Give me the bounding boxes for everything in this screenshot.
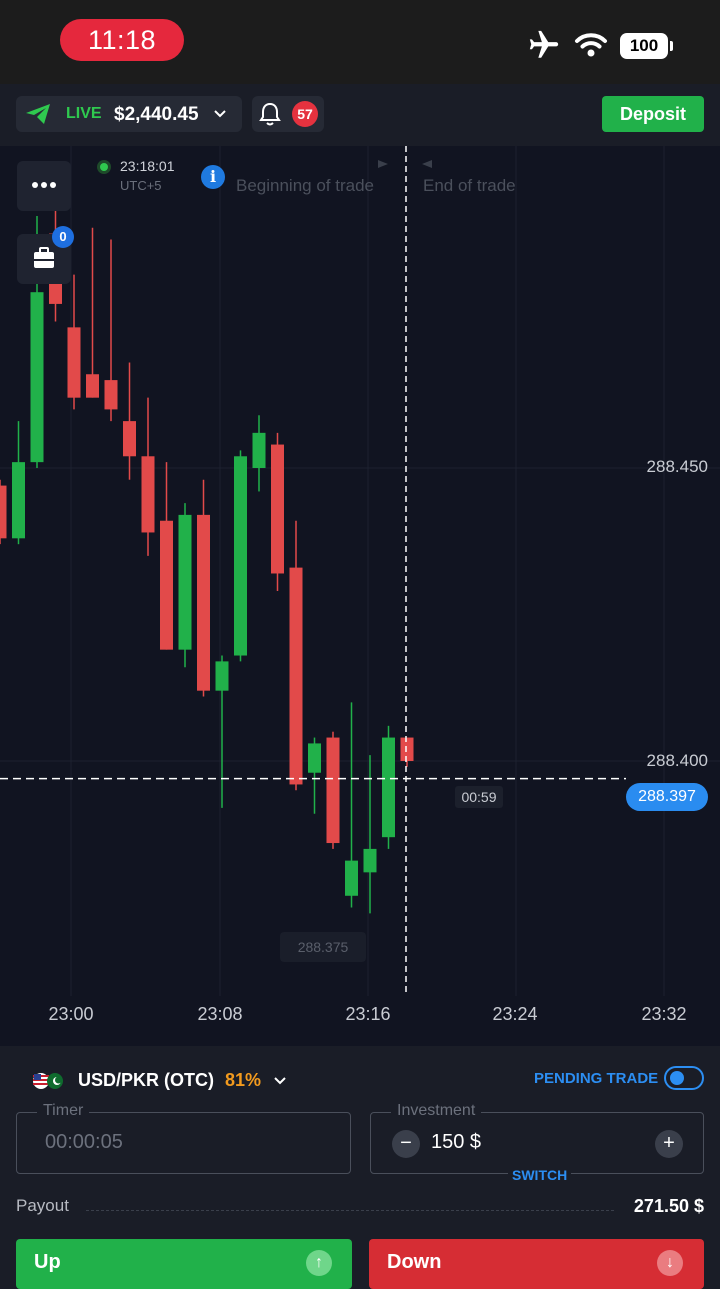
balance: $2,440.45 <box>114 104 199 125</box>
wifi-icon <box>574 32 608 63</box>
candle-down <box>86 374 99 398</box>
low-price-marker: 288.375 <box>280 932 366 962</box>
more-button[interactable] <box>17 161 71 211</box>
open-trades-badge: 0 <box>52 226 74 248</box>
candle-down <box>123 421 136 457</box>
notification-count: 57 <box>292 101 318 127</box>
time-tick-label: 23:08 <box>197 1004 243 1024</box>
time-tick-label: 23:24 <box>492 1004 538 1024</box>
payout-percent: 81% <box>225 1070 262 1090</box>
timer-field[interactable]: Timer 00:00:05 <box>16 1102 351 1174</box>
server-online-dot <box>100 163 108 171</box>
asset-pair[interactable]: USD/PKR (OTC) <box>78 1070 214 1091</box>
candle-up <box>178 514 192 650</box>
timer-value[interactable]: 00:00:05 <box>45 1131 123 1154</box>
investment-field[interactable]: Investment − 150 $ + <box>370 1102 704 1174</box>
investment-label: Investment <box>391 1102 482 1120</box>
candle-down <box>289 567 303 785</box>
time-tick-label: 23:16 <box>345 1004 391 1024</box>
info-icon[interactable]: i <box>201 165 225 189</box>
decrease-investment-button[interactable]: − <box>392 1130 420 1158</box>
candle-down <box>141 456 155 533</box>
increase-investment-button[interactable]: + <box>655 1130 683 1158</box>
payout-divider <box>86 1210 614 1211</box>
end-marker-icon <box>422 160 432 168</box>
battery-icon: 100 <box>620 33 668 59</box>
candle-up <box>215 661 229 691</box>
candle-countdown: 00:59 <box>455 786 503 808</box>
deposit-button[interactable]: Deposit <box>602 96 704 132</box>
candle-down <box>104 380 118 410</box>
down-label: Down <box>387 1251 442 1273</box>
payout-value: 271.50 $ <box>633 1196 704 1216</box>
candle-up <box>30 292 44 463</box>
chevron-down-icon[interactable] <box>272 1073 288 1094</box>
candle-up <box>12 462 25 539</box>
candle-down <box>326 737 340 844</box>
up-label: Up <box>34 1251 61 1273</box>
investment-value[interactable]: 150 $ <box>431 1131 481 1154</box>
begin-marker-icon <box>378 160 388 168</box>
bell-icon <box>258 101 282 132</box>
candle-down <box>160 520 173 650</box>
flag-icon <box>31 1072 67 1095</box>
airplane-icon <box>527 28 561 67</box>
candle-up <box>234 456 247 656</box>
pending-trade-label: PENDING TRADE <box>534 1070 659 1087</box>
account-selector[interactable]: LIVE $2,440.45 <box>16 96 242 132</box>
switch-button[interactable]: SWITCH <box>508 1167 572 1183</box>
top-bar: LIVE $2,440.45 57 Deposit <box>0 84 720 146</box>
paper-plane-icon <box>24 102 52 131</box>
candle-up <box>252 432 266 468</box>
beginning-of-trade-label: Beginning of trade <box>236 176 374 195</box>
more-dots-icon <box>32 182 56 188</box>
account-mode: LIVE <box>66 105 102 122</box>
timer-label: Timer <box>37 1102 90 1120</box>
candle-up <box>363 848 377 873</box>
notifications-button[interactable]: 57 <box>252 96 324 132</box>
arrow-down-icon: ↓ <box>657 1250 683 1276</box>
time-tick-label: 23:32 <box>641 1004 687 1024</box>
toggle-knob <box>670 1071 684 1085</box>
pending-trade-toggle[interactable] <box>664 1066 704 1090</box>
arrow-up-icon: ↑ <box>306 1250 332 1276</box>
payout-label: Payout <box>16 1196 69 1215</box>
price-chart[interactable]: 0 23:18:01 UTC+5 i Beginning of trade En… <box>0 146 720 1046</box>
current-price-badge: 288.397 <box>626 783 708 811</box>
candle-down <box>0 485 7 539</box>
candle-up <box>308 743 321 773</box>
server-timezone: UTC+5 <box>120 178 162 193</box>
candle-up <box>345 860 358 896</box>
battery-tip <box>670 41 673 51</box>
candle-down <box>400 737 414 761</box>
candle-down <box>197 514 210 691</box>
end-of-trade-label: End of trade <box>423 176 516 195</box>
up-button[interactable]: Up ↑ <box>16 1239 352 1289</box>
price-tick-label: 288.400 <box>646 751 708 770</box>
candle-up <box>382 737 395 838</box>
trade-panel: USD/PKR (OTC) 81% PENDING TRADE Timer 00… <box>0 1046 720 1289</box>
down-button[interactable]: Down ↓ <box>369 1239 704 1289</box>
status-bar: 11:18 100 <box>0 0 720 84</box>
time-tick-label: 23:00 <box>48 1004 94 1024</box>
price-tick-label: 288.450 <box>646 457 708 476</box>
chevron-down-icon <box>212 106 228 127</box>
candle-down <box>271 444 284 574</box>
candlestick-chart <box>0 146 720 996</box>
server-time: 23:18:01 <box>120 158 175 174</box>
candle-down <box>67 327 81 398</box>
status-time: 11:18 <box>60 19 184 61</box>
